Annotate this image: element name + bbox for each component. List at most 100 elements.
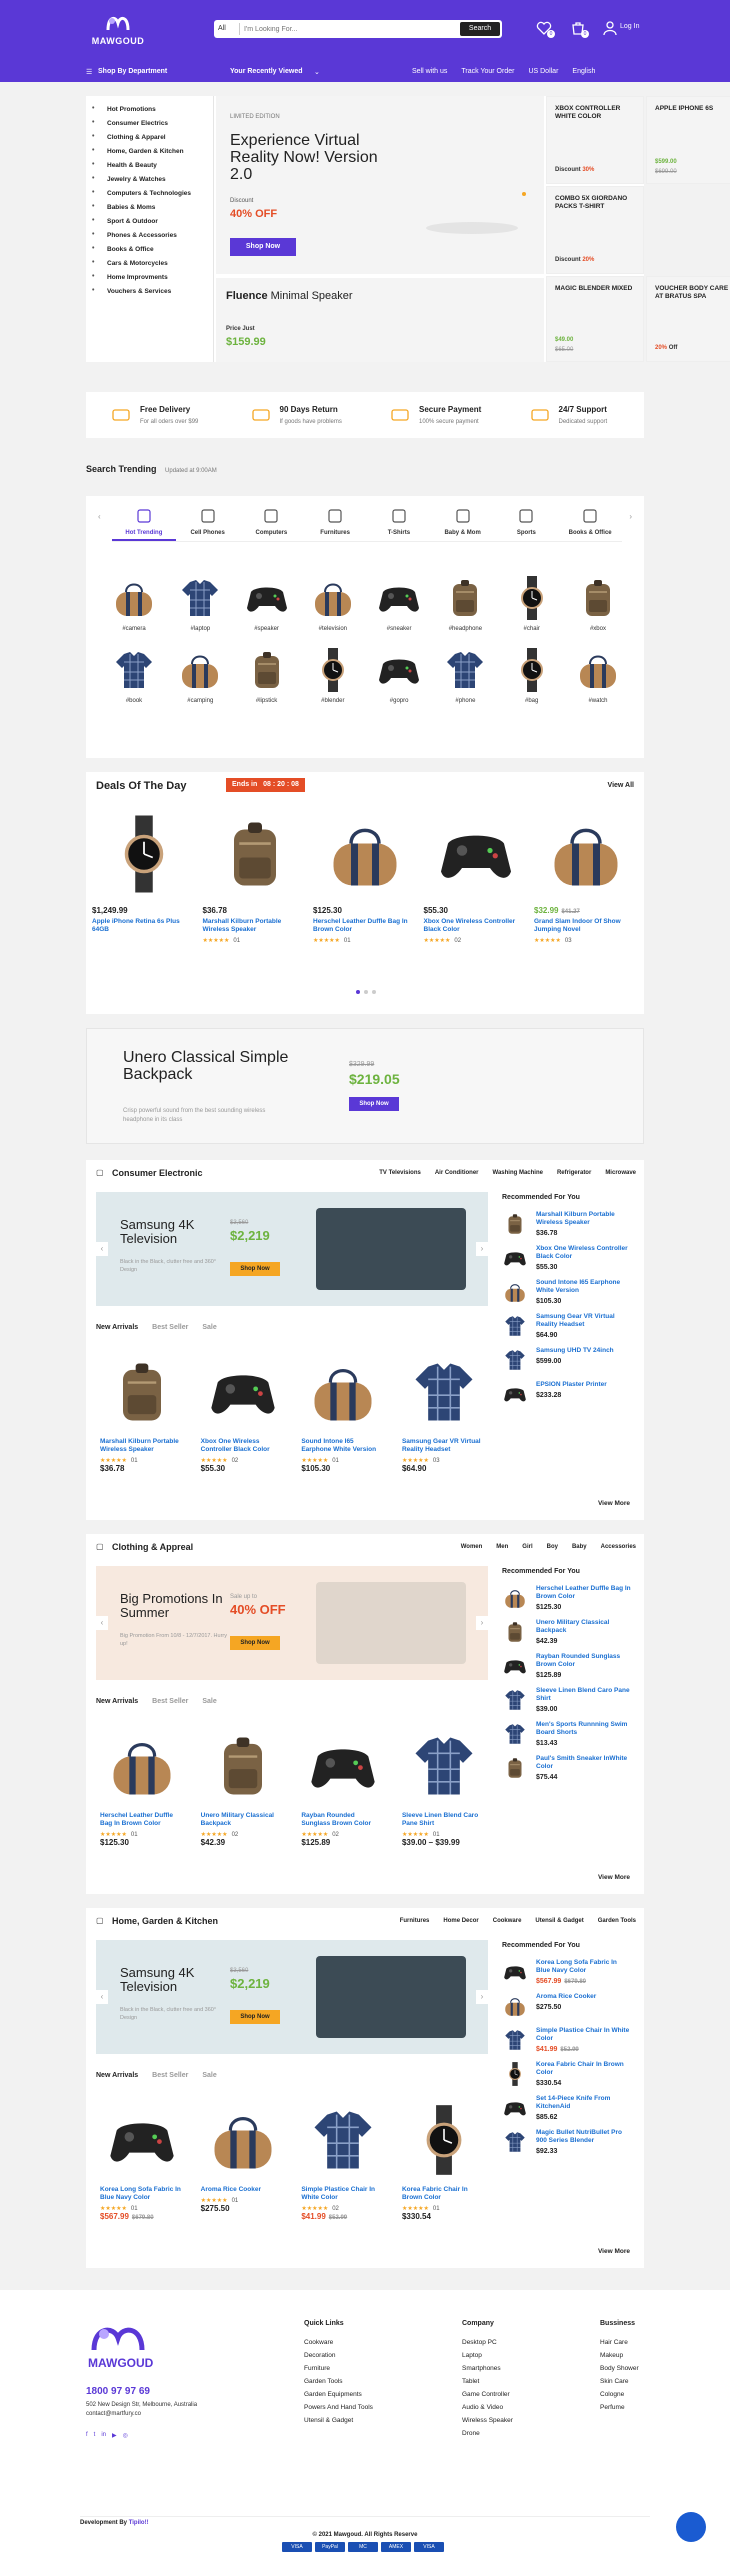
deal-item[interactable]: $1,249.99 Apple iPhone Retina 6s Plus 64G… bbox=[92, 812, 196, 944]
cart-icon[interactable]: 0 bbox=[570, 20, 589, 38]
track-order-link[interactable]: Track Your Order bbox=[461, 68, 514, 75]
section-tab[interactable]: Sale bbox=[202, 1698, 216, 1705]
section-banner-button[interactable]: Shop Now bbox=[230, 1636, 280, 1650]
section-link[interactable]: Men bbox=[496, 1544, 508, 1550]
category-item[interactable]: • Consumer Electrics bbox=[92, 116, 207, 130]
section-banner-button[interactable]: Shop Now bbox=[230, 1262, 280, 1276]
trending-item[interactable]: #gopro bbox=[373, 646, 425, 704]
footer-link[interactable]: Utensil & Gadget bbox=[304, 2417, 373, 2424]
section-banner[interactable]: ‹ › Big Promotions In Summer Sale up to 40% … bbox=[96, 1566, 488, 1680]
product-card[interactable]: Herschel Leather Duffle Bag In Brown Col… bbox=[100, 1728, 184, 1847]
trending-item[interactable]: #lipstick bbox=[241, 646, 293, 704]
login-link[interactable]: Log In bbox=[620, 23, 639, 30]
product-card[interactable]: Korea Long Sofa Fabric In Blue Navy Colo… bbox=[100, 2102, 184, 2221]
recommended-item[interactable]: Samsung Gear VR Virtual Reality Headset $… bbox=[502, 1313, 632, 1339]
section-tab[interactable]: Best Seller bbox=[152, 1698, 188, 1705]
menu-icon[interactable]: ☰ bbox=[86, 68, 92, 76]
footer-link[interactable]: Hair Care bbox=[600, 2339, 639, 2346]
youtube-icon[interactable]: ▶ bbox=[112, 2432, 117, 2439]
section-link[interactable]: Accessories bbox=[601, 1544, 636, 1550]
chat-bubble-icon[interactable] bbox=[676, 2512, 706, 2542]
product-name[interactable]: Korea Long Sofa Fabric In Blue Navy Colo… bbox=[100, 2186, 184, 2202]
product-name[interactable]: Simple Plastice Chair In White Color bbox=[301, 2186, 385, 2202]
product-name[interactable]: Aroma Rice Cooker bbox=[201, 2186, 285, 2194]
recommended-name[interactable]: Simple Plastice Chair In White Color bbox=[536, 2027, 632, 2043]
section-banner-button[interactable]: Shop Now bbox=[230, 2010, 280, 2024]
product-card[interactable]: Rayban Rounded Sunglass Brown Color ★★★★★… bbox=[301, 1728, 385, 1847]
recommended-item[interactable]: Unero Military Classical Backpack $42.39 bbox=[502, 1619, 632, 1645]
deal-name[interactable]: Herschel Leather Duffle Bag In Brown Col… bbox=[313, 918, 417, 934]
recommended-item[interactable]: Sound Intone I65 Earphone White Version $… bbox=[502, 1279, 632, 1305]
product-card[interactable]: Aroma Rice Cooker ★★★★★ 01 $275.50 bbox=[201, 2102, 285, 2221]
deal-name[interactable]: Apple iPhone Retina 6s Plus 64GB bbox=[92, 918, 196, 934]
recommended-name[interactable]: Xbox One Wireless Controller Black Color bbox=[536, 1245, 632, 1261]
trending-item[interactable]: #xbox bbox=[572, 574, 624, 632]
trending-item[interactable]: #camera bbox=[108, 574, 160, 632]
footer-link[interactable]: Decoration bbox=[304, 2352, 373, 2359]
section-link[interactable]: Air Conditioner bbox=[435, 1170, 479, 1176]
chevron-left-icon[interactable]: ‹ bbox=[96, 1616, 108, 1630]
footer-phone[interactable]: 1800 97 97 69 bbox=[86, 2386, 150, 2397]
recommended-item[interactable]: Set 14-Piece Knife From KitchenAid $85.62 bbox=[502, 2095, 632, 2121]
footer-link[interactable]: Skin Care bbox=[600, 2378, 639, 2385]
side-promo[interactable]: APPLE IPHONE 6S $599.00 $699.00 bbox=[646, 96, 730, 184]
category-item[interactable]: • Sport & Outdoor bbox=[92, 214, 207, 228]
deal-name[interactable]: Grand Slam Indoor Of Show Jumping Novel bbox=[534, 918, 638, 934]
deal-item[interactable]: $55.30 Xbox One Wireless Controller Black… bbox=[424, 812, 528, 944]
category-item[interactable]: • Health & Beauty bbox=[92, 158, 207, 172]
trending-item[interactable]: #laptop bbox=[174, 574, 226, 632]
product-name[interactable]: Sound Intone I65 Earphone White Version bbox=[301, 1438, 385, 1454]
carousel-dots[interactable] bbox=[356, 990, 376, 994]
trending-tab[interactable]: Cell Phones bbox=[176, 508, 240, 541]
side-promo[interactable]: MAGIC BLENDER MIXED $49.00 $65.00 bbox=[546, 276, 644, 362]
footer-link[interactable]: Drone bbox=[462, 2430, 513, 2437]
trending-item[interactable]: #television bbox=[307, 574, 359, 632]
trending-tab[interactable]: Furnitures bbox=[303, 508, 367, 541]
recommended-item[interactable]: Rayban Rounded Sunglass Brown Color $125.… bbox=[502, 1653, 632, 1679]
product-card[interactable]: Sleeve Linen Blend Caro Pane Shirt ★★★★★ 0… bbox=[402, 1728, 486, 1847]
category-item[interactable]: • Phones & Accessories bbox=[92, 228, 207, 242]
vr-banner[interactable]: LIMITED EDITION Experience Virtual Reali… bbox=[216, 96, 544, 274]
footer-link[interactable]: Cookware bbox=[304, 2339, 373, 2346]
user-icon[interactable] bbox=[602, 20, 618, 36]
footer-link[interactable]: Game Controller bbox=[462, 2391, 513, 2398]
product-name[interactable]: Sleeve Linen Blend Caro Pane Shirt bbox=[402, 1812, 486, 1828]
recommended-item[interactable]: Korea Long Sofa Fabric In Blue Navy Colo… bbox=[502, 1959, 632, 1985]
recommended-name[interactable]: Magic Bullet NutriBullet Pro 900 Series … bbox=[536, 2129, 632, 2145]
section-banner[interactable]: ‹ › Samsung 4K Television $3,560 $2,219 Black… bbox=[96, 1940, 488, 2054]
section-tab[interactable]: New Arrivals bbox=[96, 1324, 138, 1331]
trending-item[interactable]: #camping bbox=[174, 646, 226, 704]
side-promo[interactable]: XBOX CONTROLLER WHITE COLOR Discount 30% bbox=[546, 96, 644, 184]
footer-link[interactable]: Furniture bbox=[304, 2365, 373, 2372]
currency-select[interactable]: US Dollar bbox=[528, 68, 558, 75]
deal-name[interactable]: Marshall Kilburn Portable Wireless Speak… bbox=[203, 918, 307, 934]
section-link[interactable]: Women bbox=[461, 1544, 483, 1550]
category-item[interactable]: • Home, Garden & Kitchen bbox=[92, 144, 207, 158]
instagram-icon[interactable]: ◎ bbox=[123, 2432, 128, 2439]
product-name[interactable]: Korea Fabric Chair In Brown Color bbox=[402, 2186, 486, 2202]
deal-item[interactable]: $125.30 Herschel Leather Duffle Bag In Br… bbox=[313, 812, 417, 944]
search-button[interactable]: Search bbox=[460, 22, 500, 36]
footer-link[interactable]: Cologne bbox=[600, 2391, 639, 2398]
recommended-name[interactable]: Paul's Smith Sneaker InWhite Color bbox=[536, 1755, 632, 1771]
chevron-right-icon[interactable]: › bbox=[476, 1616, 488, 1630]
recommended-name[interactable]: Aroma Rice Cooker bbox=[536, 1993, 596, 2001]
product-name[interactable]: Xbox One Wireless Controller Black Color bbox=[201, 1438, 285, 1454]
category-item[interactable]: • Home Improvments bbox=[92, 270, 207, 284]
section-link[interactable]: Furnitures bbox=[400, 1918, 430, 1924]
shop-now-button[interactable]: Shop Now bbox=[230, 238, 296, 256]
side-promo[interactable]: COMBO 5X GIORDANO PACKS T-SHIRT Discount … bbox=[546, 186, 644, 274]
product-card[interactable]: Korea Fabric Chair In Brown Color ★★★★★ 01… bbox=[402, 2102, 486, 2221]
product-name[interactable]: Unero Military Classical Backpack bbox=[201, 1812, 285, 1828]
sell-link[interactable]: Sell with us bbox=[412, 68, 447, 75]
category-item[interactable]: • Cars & Motorcycles bbox=[92, 256, 207, 270]
product-name[interactable]: Herschel Leather Duffle Bag In Brown Col… bbox=[100, 1812, 184, 1828]
shop-by-department[interactable]: Shop By Department bbox=[98, 68, 167, 75]
trending-item[interactable]: #speaker bbox=[241, 574, 293, 632]
recommended-name[interactable]: Herschel Leather Duffle Bag In Brown Col… bbox=[536, 1585, 632, 1601]
trending-item[interactable]: #blender bbox=[307, 646, 359, 704]
section-tab[interactable]: New Arrivals bbox=[96, 1698, 138, 1705]
chevron-left-icon[interactable]: ‹ bbox=[98, 512, 101, 521]
chevron-right-icon[interactable]: › bbox=[476, 1990, 488, 2004]
footer-link[interactable]: Tablet bbox=[462, 2378, 513, 2385]
